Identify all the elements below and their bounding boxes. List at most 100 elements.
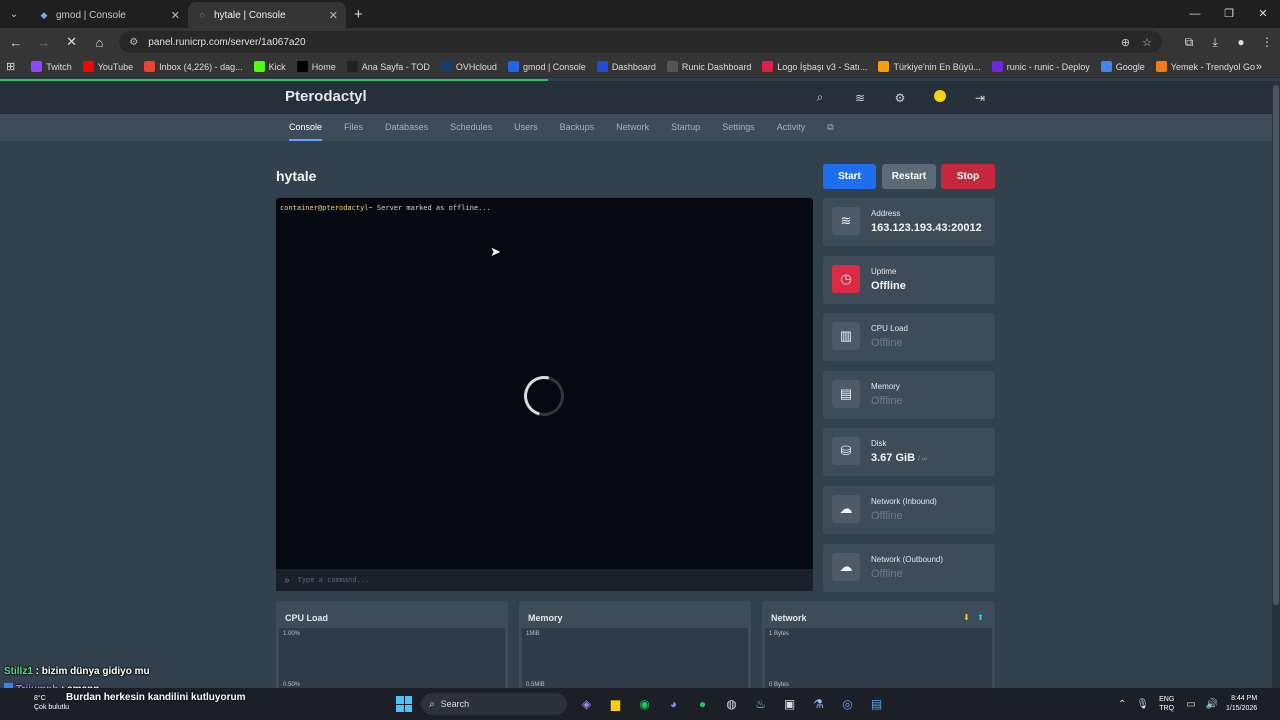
tab-hytale-console[interactable]: ◌ hytale | Console ✕ — [188, 2, 346, 28]
stop-loading-icon[interactable]: ✕ — [60, 34, 84, 50]
bookmark-item[interactable]: Kick — [253, 61, 286, 72]
memory-icon: ▤ — [832, 379, 860, 408]
file-explorer-icon[interactable]: ▆ — [601, 693, 630, 715]
memory-graph-card: Memory 1MiB 0.5MiB — [519, 601, 751, 691]
obs-icon[interactable]: ◍ — [717, 693, 746, 715]
scrollbar-thumb[interactable] — [1273, 85, 1279, 605]
bookmark-item[interactable]: runic - runic - Deploy — [991, 61, 1090, 72]
nav-files[interactable]: Files — [333, 114, 374, 141]
bookmark-label: OVHcloud — [455, 61, 497, 72]
tab-search-icon[interactable]: ⌄ — [4, 4, 24, 24]
url-text[interactable]: panel.runicrp.com/server/1a067a20 — [148, 37, 1109, 48]
profile-icon[interactable]: ● — [1228, 35, 1254, 50]
brand-logo[interactable]: Pterodactyl — [285, 88, 367, 105]
search-icon[interactable]: ⌕ — [800, 90, 840, 105]
restart-button[interactable]: Restart — [882, 164, 936, 189]
graph-title: Memory — [528, 613, 563, 623]
stat-value: Offline — [871, 510, 903, 522]
extensions-icon[interactable]: ⧉ — [1176, 35, 1202, 50]
bookmarks-overflow-icon[interactable]: » — [1256, 61, 1262, 73]
epic-games-icon[interactable]: ▣ — [775, 693, 804, 715]
app-icon[interactable]: ⚗ — [804, 693, 833, 715]
discord-icon[interactable]: ◕ — [659, 693, 688, 715]
logout-icon[interactable]: ⇥ — [960, 91, 1000, 105]
microphone-icon[interactable]: 🎙 — [1136, 699, 1149, 710]
nav-startup[interactable]: Startup — [660, 114, 711, 141]
chat-message: Stillz1 : bizim dünya gidiyo mu — [4, 665, 150, 683]
taskbar-search[interactable]: ⌕ Search — [421, 693, 567, 715]
admin-cogs-icon[interactable]: ⚙ — [880, 91, 920, 105]
nav-activity[interactable]: Activity — [766, 114, 817, 141]
stop-button[interactable]: Stop — [941, 164, 995, 189]
nav-network[interactable]: Network — [605, 114, 660, 141]
tab-close-icon[interactable]: ✕ — [171, 9, 180, 22]
bookmark-item[interactable]: YouTube — [82, 61, 134, 72]
forward-icon[interactable]: → — [32, 35, 56, 50]
bookmark-item[interactable]: Türkiye'nin En Büyü... — [878, 61, 981, 72]
bookmark-item[interactable]: gmod | Console — [507, 61, 586, 72]
bookmark-item[interactable]: Home — [296, 61, 336, 72]
graph-title: CPU Load — [285, 613, 329, 623]
address-bar[interactable]: ⚙ panel.runicrp.com/server/1a067a20 ⊕ ☆ — [119, 31, 1162, 53]
new-tab-button[interactable]: + — [354, 6, 363, 23]
back-icon[interactable]: ← — [4, 35, 28, 50]
apps-grid-icon[interactable]: ⊞ — [6, 60, 15, 73]
steam-icon[interactable]: ♨ — [746, 693, 775, 715]
copilot-icon[interactable]: ◈ — [572, 693, 601, 715]
bookmark-item[interactable]: Inbox (4,226) - dag... — [144, 61, 243, 72]
bookmark-label: YouTube — [97, 61, 134, 72]
bookmark-item[interactable]: Google — [1100, 61, 1145, 72]
nav-users[interactable]: Users — [503, 114, 549, 141]
window-controls: — ❐ ✕ — [1178, 0, 1280, 28]
server-layers-icon[interactable]: ≋ — [840, 91, 880, 105]
bookmark-item[interactable]: Ana Sayfa - TOD — [346, 61, 430, 72]
external-link-icon[interactable]: ⧉ — [816, 114, 844, 141]
app-icon[interactable]: ▤ — [862, 693, 891, 715]
graph-canvas: 1.00% 0.50% — [279, 628, 505, 691]
nav-backups[interactable]: Backups — [549, 114, 606, 141]
app-icon[interactable]: ◎ — [833, 693, 862, 715]
runic-icon — [666, 61, 678, 72]
zoom-icon[interactable]: ⊕ — [1121, 36, 1130, 49]
tab-close-icon[interactable]: ✕ — [329, 9, 338, 22]
browser-tabstrip: ⌄ ◆ gmod | Console ✕ ◌ hytale | Console … — [0, 0, 1280, 28]
bookmark-item[interactable]: Twitch — [31, 61, 72, 72]
windows-taskbar: 8°C Çok bulutlu Burdan herkesin kandilin… — [0, 688, 1280, 720]
site-info-icon[interactable]: ⚙ — [129, 37, 138, 48]
clock[interactable]: 8:44 PM 1/15/2026 — [1226, 694, 1257, 714]
menu-icon[interactable]: ⋮ — [1254, 35, 1280, 50]
spotify-icon[interactable]: ● — [688, 693, 717, 715]
nav-console[interactable]: Console — [278, 114, 333, 141]
nav-settings[interactable]: Settings — [711, 114, 766, 141]
restore-icon[interactable]: ❐ — [1212, 0, 1246, 28]
home-icon[interactable]: ⌂ — [87, 35, 111, 50]
avatar[interactable] — [920, 90, 960, 105]
bookmark-item[interactable]: Logo İşbaşı v3 - Satı... — [762, 61, 867, 72]
start-button[interactable]: Start — [823, 164, 876, 189]
downloads-icon[interactable]: ⤓ — [1202, 35, 1228, 50]
windows-start-icon[interactable] — [396, 696, 412, 712]
bookmark-item[interactable]: OVHcloud — [440, 61, 497, 72]
bookmark-item[interactable]: Yemek - Trendyol Go — [1155, 61, 1255, 72]
bookmark-label: Logo İşbaşı v3 - Satı... — [777, 61, 868, 72]
minimize-icon[interactable]: — — [1178, 0, 1212, 28]
language-indicator[interactable]: ENG TRQ — [1159, 695, 1174, 713]
nav-databases[interactable]: Databases — [374, 114, 439, 141]
bookmark-star-icon[interactable]: ☆ — [1142, 36, 1152, 49]
stat-value: Offline — [871, 568, 903, 580]
tab-gmod-console[interactable]: ◆ gmod | Console ✕ — [30, 2, 188, 28]
page-scrollbar[interactable] — [1272, 81, 1280, 688]
chrome-icon[interactable]: ◉ — [630, 693, 659, 715]
display-icon[interactable]: ▭ — [1186, 699, 1195, 710]
speaker-icon[interactable]: 🔊 — [1206, 699, 1218, 710]
tray-overflow-icon[interactable]: ⌃ — [1118, 699, 1126, 710]
stat-value: Offline — [871, 395, 903, 407]
window-close-icon[interactable]: ✕ — [1246, 0, 1280, 28]
taskbar-search-label: Search — [440, 699, 470, 709]
bookmark-item[interactable]: Dashboard — [596, 61, 656, 72]
console-terminal[interactable]: container@pterodactyl~ Server marked as … — [276, 198, 813, 591]
bookmark-item[interactable]: Runic Dashboard — [666, 61, 751, 72]
stat-value: Offline — [871, 337, 903, 349]
nav-schedules[interactable]: Schedules — [439, 114, 503, 141]
command-input[interactable] — [297, 576, 698, 584]
